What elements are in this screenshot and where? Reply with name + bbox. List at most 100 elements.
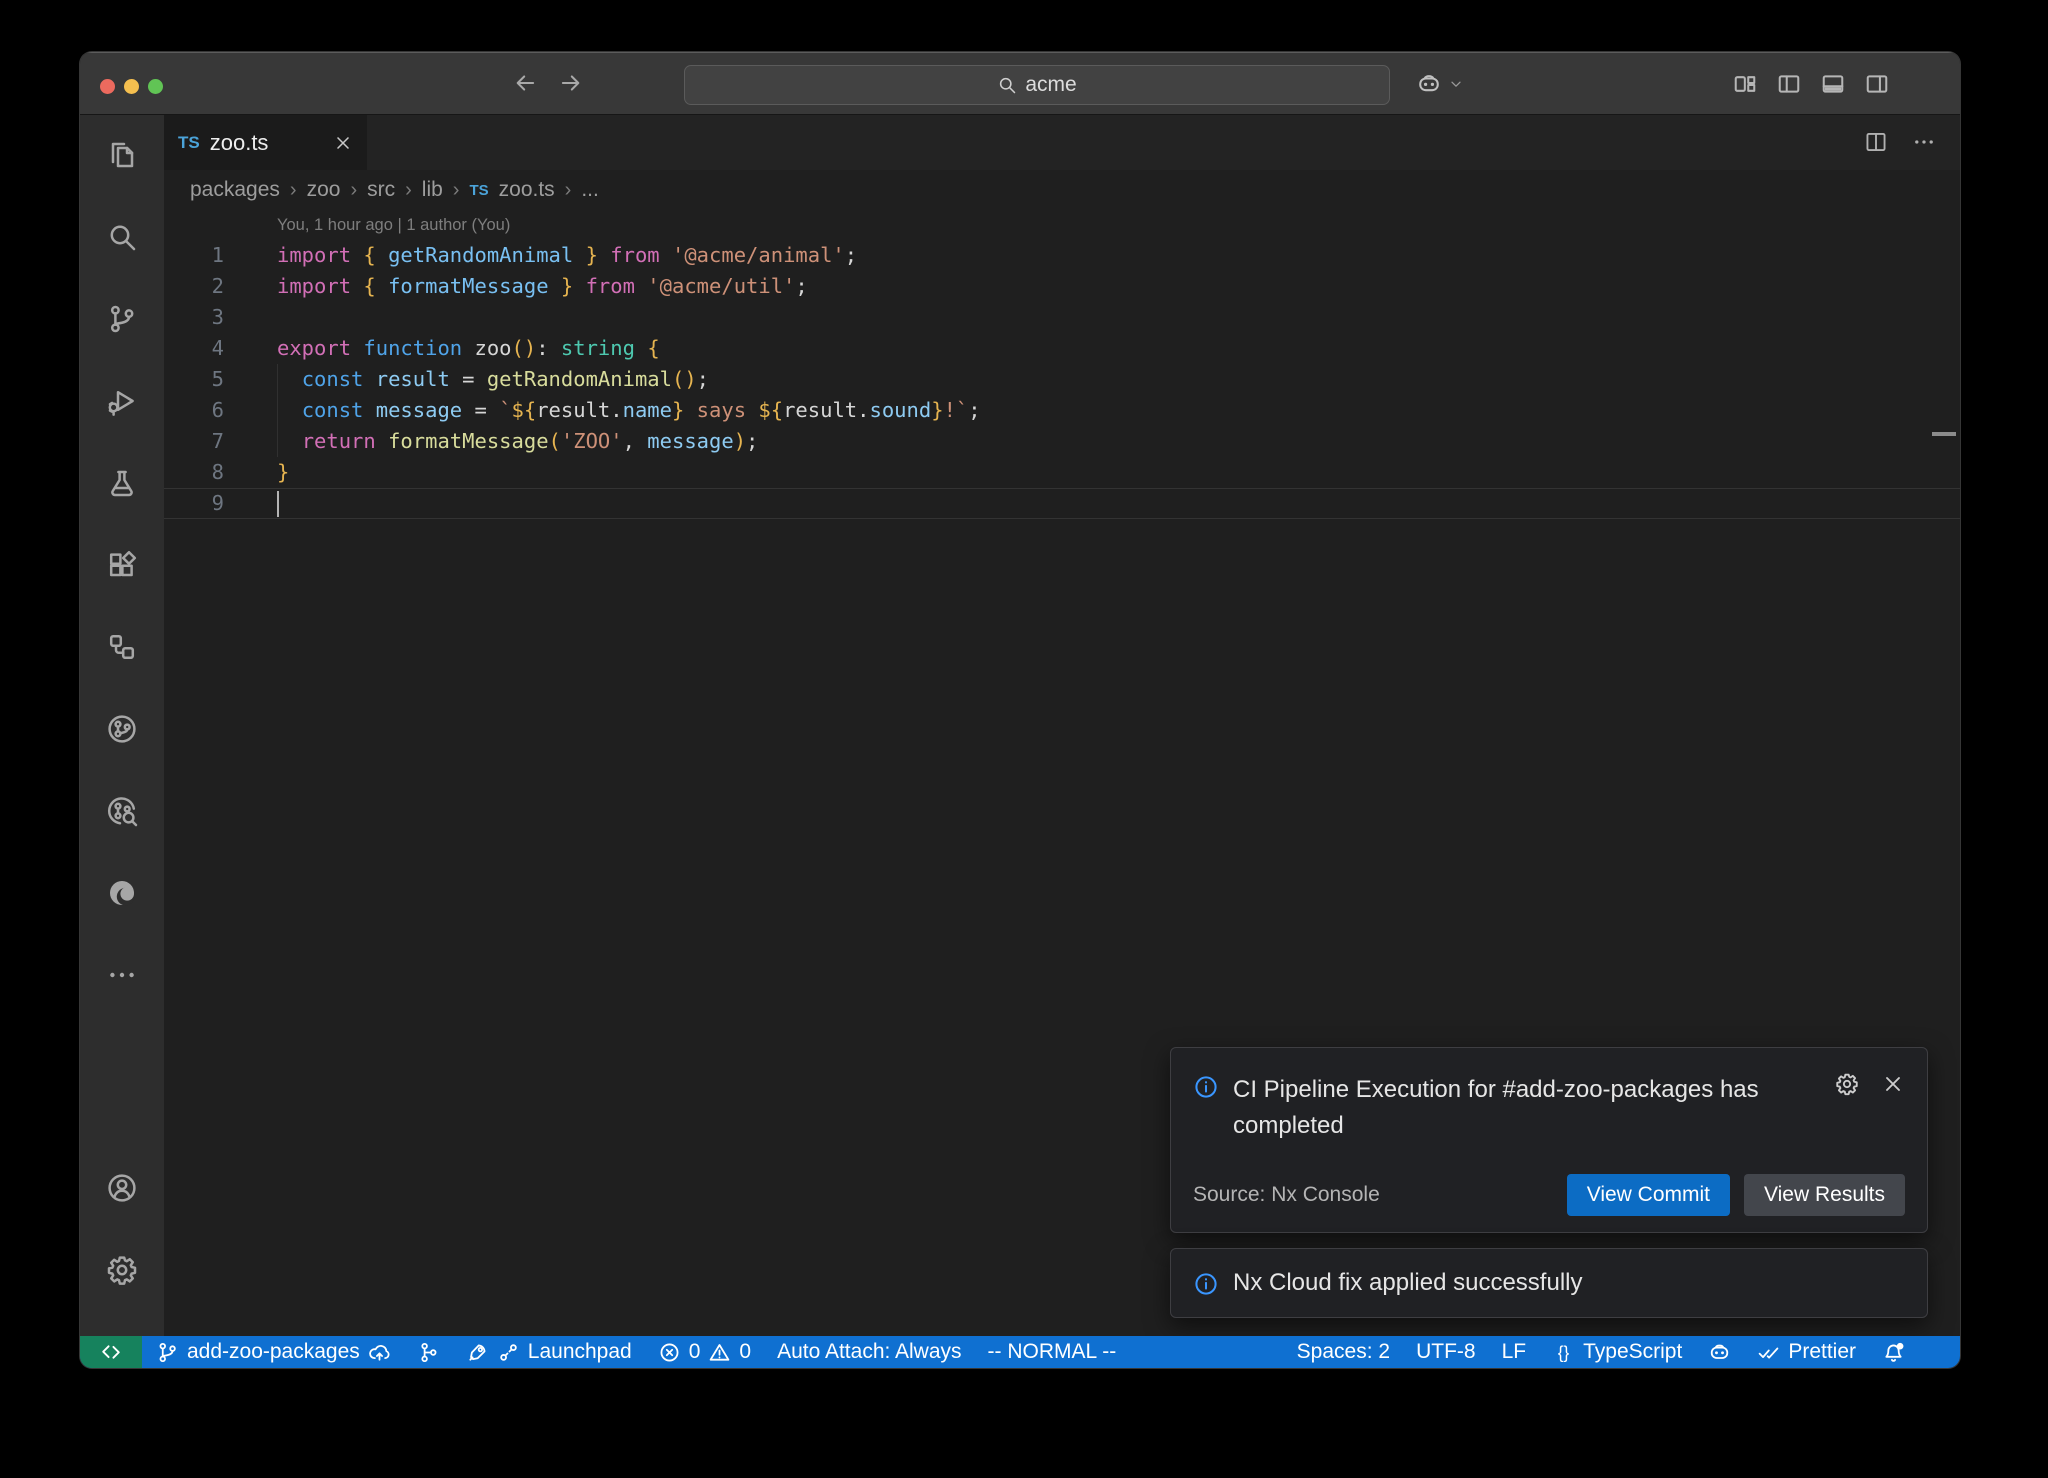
typescript-file-icon: TS — [178, 133, 200, 153]
breadcrumb-item-src[interactable]: src — [367, 178, 395, 202]
activity-edge-tools-icon[interactable] — [106, 877, 138, 909]
status-eol[interactable]: LF — [1502, 1340, 1527, 1364]
braces-icon: {} — [1552, 1341, 1575, 1364]
text-cursor — [277, 491, 279, 517]
activity-run-and-debug-icon[interactable] — [106, 385, 138, 417]
breadcrumb-item-file[interactable]: zoo.ts — [499, 178, 555, 202]
split-editor-icon[interactable] — [1864, 130, 1888, 154]
status-gitlens-launchpad[interactable]: Launchpad — [466, 1340, 632, 1364]
vscode-window: acme TS zoo.ts packages›zo — [80, 52, 1960, 1368]
notification-message: Nx Cloud fix applied successfully — [1233, 1265, 1583, 1301]
activity-more-views-icon[interactable] — [106, 959, 138, 991]
status-bar: add-zoo-packages Launchpad 00 Auto Attach: … — [80, 1336, 1960, 1368]
editor-actions — [1864, 130, 1936, 154]
status-formatter-prettier-label: Prettier — [1788, 1340, 1856, 1364]
status-notifications-bell[interactable] — [1882, 1341, 1905, 1364]
line-number: 5 — [164, 364, 234, 395]
screenshot-stage: acme TS zoo.ts packages›zo — [0, 0, 2048, 1478]
search-icon — [997, 75, 1017, 95]
activity-source-control-icon[interactable] — [106, 303, 138, 335]
git-branch-icon — [156, 1341, 179, 1364]
status-formatter-prettier[interactable]: Prettier — [1757, 1340, 1856, 1364]
notification-close-icon[interactable] — [1881, 1072, 1905, 1096]
code-text: export function zoo(): string { — [234, 333, 660, 364]
code-text: import { formatMessage } from '@acme/uti… — [234, 271, 808, 302]
status-vim-mode-label: -- NORMAL -- — [988, 1340, 1117, 1364]
customize-layout-icon[interactable] — [1732, 71, 1758, 97]
breadcrumb-separator: › — [453, 179, 460, 202]
breadcrumb-separator: › — [290, 179, 297, 202]
status-encoding-label: UTF-8 — [1416, 1340, 1476, 1364]
notification-toast-nx-cloud: Nx Cloud fix applied successfully — [1170, 1248, 1928, 1318]
panel-bottom-icon[interactable] — [1820, 71, 1846, 97]
breadcrumb-item-symbols[interactable]: ... — [581, 178, 599, 202]
info-icon — [1193, 1074, 1219, 1100]
minimize-button[interactable] — [124, 79, 139, 94]
forward-icon[interactable] — [558, 70, 584, 96]
status-copilot-status[interactable] — [1708, 1341, 1731, 1364]
activity-workspace-links-icon[interactable] — [106, 631, 138, 663]
status-indentation[interactable]: Spaces: 2 — [1297, 1340, 1390, 1364]
line-number: 7 — [164, 426, 234, 457]
status-auto-attach[interactable]: Auto Attach: Always — [777, 1340, 961, 1364]
breadcrumb-item-packages[interactable]: packages — [190, 178, 280, 202]
activity-explorer-icon[interactable] — [106, 139, 138, 171]
rocket-icon — [466, 1341, 489, 1364]
copilot-menu[interactable] — [1416, 71, 1464, 97]
status-indentation-label: Spaces: 2 — [1297, 1340, 1390, 1364]
line-number: 8 — [164, 457, 234, 488]
line-number: 1 — [164, 240, 234, 271]
close-button[interactable] — [100, 79, 115, 94]
overview-ruler-marker — [1932, 432, 1956, 436]
code-line-4: 4export function zoo(): string { — [164, 333, 1960, 364]
error-circle-icon — [658, 1341, 681, 1364]
typescript-file-icon: TS — [469, 182, 488, 199]
panel-right-icon[interactable] — [1864, 71, 1890, 97]
copilot-icon — [1708, 1341, 1731, 1364]
mini-branch-icon — [497, 1341, 520, 1364]
gitlens-blame-annotation: You, 1 hour ago | 1 author (You) — [164, 210, 1960, 240]
status-vim-mode[interactable]: -- NORMAL -- — [988, 1340, 1117, 1364]
status-git-branch-item[interactable]: add-zoo-packages — [156, 1340, 391, 1364]
activity-gitlens-inspect-icon[interactable] — [106, 795, 138, 827]
view-commit-button[interactable]: View Commit — [1567, 1174, 1730, 1216]
status-problems[interactable]: 00 — [658, 1340, 751, 1364]
code-text: import { getRandomAnimal } from '@acme/a… — [234, 240, 857, 271]
code-text: const result = getRandomAnimal(); — [234, 364, 709, 395]
breadcrumb-item-zoo[interactable]: zoo — [307, 178, 341, 202]
breadcrumb-separator: › — [565, 179, 572, 202]
activity-accounts-icon[interactable] — [106, 1172, 138, 1204]
notification-message: CI Pipeline Execution for #add-zoo-packa… — [1233, 1072, 1763, 1144]
current-line-highlight — [164, 488, 1960, 519]
activity-settings-icon[interactable] — [106, 1254, 138, 1286]
back-icon[interactable] — [512, 70, 538, 96]
status-language-mode[interactable]: {}TypeScript — [1552, 1340, 1682, 1364]
view-results-button[interactable]: View Results — [1744, 1174, 1905, 1216]
activity-extensions-icon[interactable] — [106, 549, 138, 581]
breadcrumb-item-lib[interactable]: lib — [422, 178, 443, 202]
panel-left-icon[interactable] — [1776, 71, 1802, 97]
status-problems-label: 0 — [689, 1340, 701, 1364]
tab-zoo-ts[interactable]: TS zoo.ts — [164, 115, 367, 170]
notification-settings-gear-icon[interactable] — [1835, 1072, 1859, 1096]
close-icon[interactable] — [333, 133, 353, 153]
line-number: 6 — [164, 395, 234, 426]
status-git-branch-item-label: add-zoo-packages — [187, 1340, 360, 1364]
remote-indicator[interactable] — [80, 1336, 142, 1368]
ellipsis-h-icon[interactable] — [1912, 130, 1936, 154]
code-text: const message = `${result.name} says ${r… — [234, 395, 981, 426]
cloud-upload-icon — [368, 1341, 391, 1364]
code-text — [234, 302, 277, 333]
activity-gitlens-icon[interactable] — [106, 713, 138, 745]
activity-testing-icon[interactable] — [106, 467, 138, 499]
status-nx-project-graph[interactable] — [417, 1341, 440, 1364]
line-number: 3 — [164, 302, 234, 333]
code-line-1: 1import { getRandomAnimal } from '@acme/… — [164, 240, 1960, 271]
tab-strip: TS zoo.ts — [164, 115, 1960, 170]
remote-icon — [99, 1340, 123, 1364]
command-center-search[interactable]: acme — [684, 65, 1390, 105]
zoom-button[interactable] — [148, 79, 163, 94]
status-encoding[interactable]: UTF-8 — [1416, 1340, 1476, 1364]
layout-controls — [1732, 71, 1890, 97]
activity-search-icon[interactable] — [106, 221, 138, 253]
